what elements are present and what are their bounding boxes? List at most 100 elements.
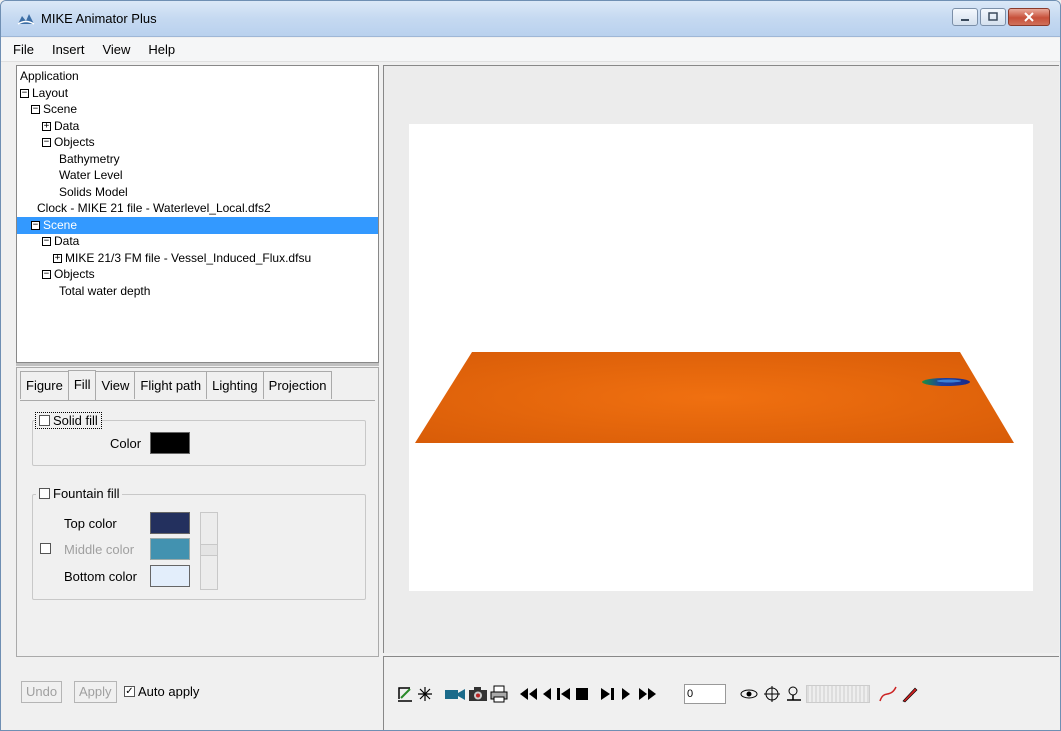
collapse-icon[interactable]: − — [42, 138, 51, 148]
tree-item-label: Objects — [54, 267, 95, 281]
record-video-icon[interactable] — [444, 683, 466, 705]
tree-item[interactable]: − Scene — [17, 216, 378, 234]
terrain-render — [415, 352, 1014, 443]
app-window: MIKE Animator Plus File Insert View Help… — [0, 0, 1061, 731]
menu-bar: File Insert View Help — [1, 38, 1060, 62]
fountain-fill-checkbox[interactable]: Fountain fill — [36, 486, 123, 501]
collapse-icon[interactable]: − — [42, 270, 51, 280]
previous-frame-icon[interactable] — [556, 683, 572, 705]
tab-flight-path[interactable]: Flight path — [134, 371, 208, 399]
menu-file[interactable]: File — [11, 41, 36, 58]
tree-item[interactable]: Clock - MIKE 21 file - Waterlevel_Local.… — [17, 200, 378, 217]
tab-projection[interactable]: Projection — [262, 371, 333, 399]
vessel-flux-highlight — [937, 379, 961, 383]
fill-tab-content: Solid fill Color Fountain fill Top color… — [20, 400, 375, 650]
tree-item-label: Water Level — [59, 168, 123, 182]
render-canvas[interactable] — [409, 124, 1033, 591]
camera-icon[interactable] — [468, 683, 488, 705]
tree-item[interactable]: Water Level — [17, 167, 378, 184]
view-icon[interactable] — [739, 683, 759, 705]
tab-view[interactable]: View — [95, 371, 136, 399]
collapse-icon[interactable]: − — [20, 88, 29, 98]
slider-thumb[interactable] — [200, 544, 218, 556]
step-forward-icon[interactable] — [620, 683, 632, 705]
top-color-swatch[interactable] — [150, 512, 190, 534]
middle-color-swatch[interactable] — [150, 538, 190, 560]
close-button[interactable] — [1008, 8, 1050, 26]
water-surface — [415, 352, 1014, 443]
tree-item[interactable]: Total water depth — [17, 283, 378, 300]
auto-apply-checkbox[interactable]: ✓ Auto apply — [124, 684, 199, 699]
window-title: MIKE Animator Plus — [41, 11, 157, 26]
tree-item[interactable]: − Objects — [17, 266, 378, 283]
tree-item-label: Data — [54, 234, 80, 248]
menu-insert[interactable]: Insert — [50, 41, 87, 58]
first-frame-icon[interactable] — [518, 683, 540, 705]
horizontal-splitter[interactable] — [16, 363, 379, 366]
window-controls — [952, 8, 1050, 26]
tree-item-label: Scene — [43, 102, 78, 116]
tree-item[interactable]: − Scene — [17, 101, 378, 118]
tree-item-label: Bathymetry — [59, 151, 120, 166]
collapse-icon[interactable]: − — [31, 220, 40, 230]
undo-button[interactable]: Undo — [21, 681, 63, 703]
navigate-icon[interactable] — [784, 683, 804, 705]
middle-color-checkbox[interactable] — [40, 543, 51, 554]
collapse-icon[interactable]: − — [31, 105, 40, 115]
expand-icon[interactable]: + — [42, 121, 51, 131]
maximize-button[interactable] — [980, 8, 1006, 26]
apply-button[interactable]: Apply — [74, 681, 117, 703]
tree-item[interactable]: + MIKE 21/3 FM file - Vessel_Induced_Flux… — [17, 250, 378, 267]
layout-tree[interactable]: Application − Layout − Scene + Data − Objects Bat… — [16, 65, 379, 363]
tree-item[interactable]: − Data — [17, 233, 378, 250]
title-bar: MIKE Animator Plus — [1, 1, 1060, 37]
stop-icon[interactable] — [574, 683, 590, 705]
tree-item-label: Application — [20, 69, 79, 83]
scene-viewport[interactable] — [383, 65, 1059, 653]
edit-layout-icon[interactable] — [396, 683, 414, 705]
speed-slider[interactable] — [806, 685, 870, 703]
next-frame-icon[interactable] — [599, 683, 615, 705]
properties-panel: Figure Fill View Flight path Lighting Pr… — [16, 367, 379, 657]
tree-item-label: Scene — [43, 217, 78, 232]
tree-item-label: Layout — [32, 85, 69, 100]
minimize-icon — [961, 19, 969, 21]
tree-item[interactable]: + Data — [17, 118, 378, 135]
tree-item[interactable]: Solids Model — [17, 184, 378, 201]
tree-item[interactable]: − Objects — [17, 134, 378, 151]
solid-color-swatch[interactable] — [150, 432, 190, 454]
tree-item[interactable]: Application — [17, 68, 378, 85]
solid-fill-check-icon — [39, 415, 50, 426]
minimize-button[interactable] — [952, 8, 978, 26]
path-icon[interactable] — [878, 683, 898, 705]
solid-color-label: Color — [110, 436, 142, 451]
maximize-icon — [988, 12, 998, 21]
step-back-icon[interactable] — [541, 683, 553, 705]
bottom-color-swatch[interactable] — [150, 565, 190, 587]
fountain-fill-check-icon — [39, 488, 50, 499]
tree-item-label: Solids Model — [59, 184, 128, 199]
bottom-color-label: Bottom color — [64, 569, 137, 584]
tab-fill[interactable]: Fill — [67, 370, 97, 400]
pen-icon[interactable] — [900, 683, 920, 705]
app-logo-icon — [17, 14, 35, 25]
print-icon[interactable] — [490, 683, 508, 705]
middle-position-slider[interactable] — [200, 512, 218, 590]
solid-fill-checkbox[interactable]: Solid fill — [35, 412, 102, 429]
frame-number-input[interactable]: 0 — [684, 684, 726, 704]
collapse-icon[interactable]: − — [42, 237, 51, 247]
close-icon — [1024, 12, 1034, 22]
menu-help[interactable]: Help — [146, 41, 177, 58]
last-frame-icon[interactable] — [636, 683, 658, 705]
target-icon[interactable] — [762, 683, 782, 705]
menu-view[interactable]: View — [100, 41, 132, 58]
tab-lighting[interactable]: Lighting — [206, 371, 264, 399]
star-icon[interactable] — [416, 683, 434, 705]
middle-color-label: Middle color — [64, 542, 135, 557]
tree-item-label: Clock - MIKE 21 file - Waterlevel_Local.… — [37, 201, 271, 215]
tree-item[interactable]: Bathymetry — [17, 151, 378, 168]
tab-figure[interactable]: Figure — [20, 371, 69, 399]
auto-apply-check-icon: ✓ — [124, 686, 135, 697]
expand-icon[interactable]: + — [53, 253, 62, 263]
tree-item[interactable]: − Layout — [17, 85, 378, 102]
